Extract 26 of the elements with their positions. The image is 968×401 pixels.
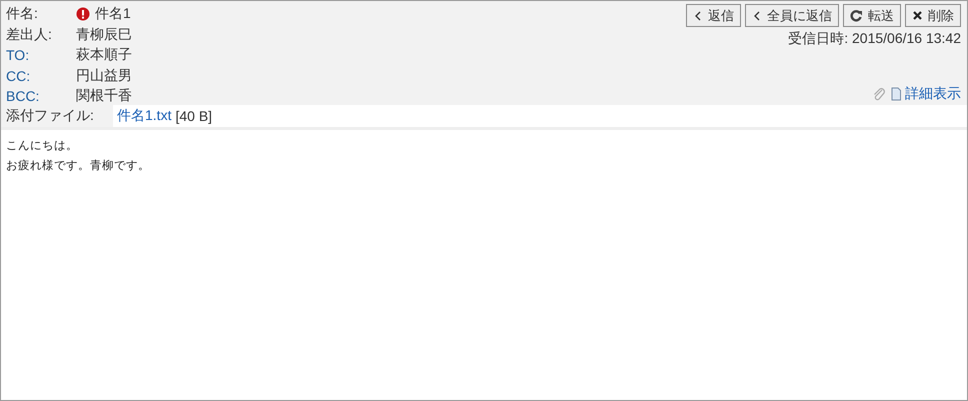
field-label: BCC: (6, 88, 40, 104)
toolbar-button[interactable]: 転送 (843, 4, 901, 27)
document-icon (890, 87, 902, 101)
field-value: 関根千香 (76, 87, 132, 106)
chevron-left-icon (752, 10, 762, 22)
field-value: 円山益男 (76, 66, 132, 85)
close-icon (912, 10, 923, 21)
toolbar-button[interactable]: 返信 (686, 4, 741, 27)
field-label: 件名: (6, 5, 39, 24)
subject-text: 件名1 (95, 5, 131, 24)
toolbar-button[interactable]: 全員に返信 (745, 4, 839, 27)
message-line: お疲れ様です。青柳です。 (6, 158, 151, 174)
field-label: CC: (6, 68, 32, 84)
attachment-size: [40 B] (175, 108, 212, 124)
attachment-link[interactable]: 件名1.txt (117, 107, 172, 125)
field-value: 青柳辰巳 (76, 26, 132, 44)
chevron-left-icon (693, 10, 703, 22)
field-label: 差出人: (6, 26, 53, 44)
field-value: 萩本順子 (76, 46, 132, 64)
message-line: こんにちは。 (6, 139, 79, 154)
received-date: 受信日時: 2015/06/16 13:42 (788, 30, 961, 48)
toolbar-button[interactable]: 削除 (905, 4, 961, 27)
attachment-label: 添付ファイル: (6, 107, 95, 125)
detail-link[interactable]: 詳細表示 (905, 85, 961, 103)
field-label: TO: (6, 47, 30, 64)
circular-arrow-icon (850, 9, 863, 22)
